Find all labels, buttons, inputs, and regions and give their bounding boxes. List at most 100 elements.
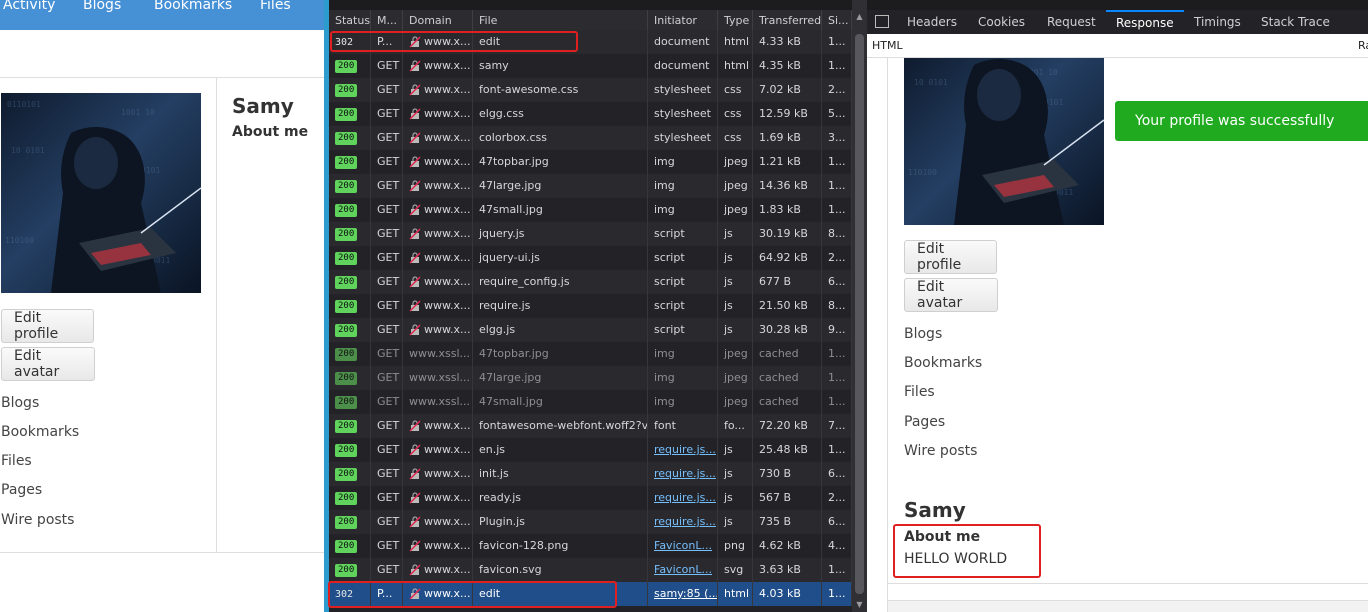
column-header-initiator[interactable]: Initiator	[648, 10, 718, 32]
column-header-method[interactable]: M...	[371, 10, 403, 32]
cell-size: 6...	[822, 270, 852, 294]
table-row[interactable]: 200 GET www.xssl... 47topbar.jpg img jpeg cach…	[329, 342, 852, 366]
table-row[interactable]: 200 GET www.x... 47small.jpg img jpeg 1.83 kB 1…	[329, 198, 852, 222]
cell-file: favicon.svg	[473, 558, 648, 582]
cell-initiator: stylesheet	[648, 78, 718, 102]
cell-size: 1...	[822, 150, 852, 174]
nav-item-bookmarks[interactable]: Bookmarks	[154, 0, 232, 13]
cell-method: GET	[371, 366, 403, 390]
table-row[interactable]: 200 GET www.x... en.js require.js... js 25.48 …	[329, 438, 852, 462]
table-row[interactable]: 302 P... www.x... edit document html 4.33 kB 1.…	[329, 30, 852, 54]
scroll-down-icon[interactable]: ▼	[855, 600, 864, 610]
sidebar-link-blogs[interactable]: Blogs	[1, 395, 39, 411]
scroll-up-icon[interactable]: ▲	[855, 12, 864, 22]
edit-profile-button[interactable]: Edit profile	[1, 309, 94, 343]
initiator-link[interactable]: require.js...	[654, 443, 716, 456]
tab-response[interactable]: Response	[1106, 10, 1184, 34]
table-row[interactable]: 200 GET www.x... 47topbar.jpg img jpeg 1.21 kB…	[329, 150, 852, 174]
cell-type: js	[718, 438, 753, 462]
success-message: Your profile was successfully saved.	[1115, 101, 1368, 169]
sidebar-link-blogs: Blogs	[904, 326, 943, 342]
cell-size: 4...	[822, 534, 852, 558]
cell-type: html	[718, 582, 753, 606]
cell-transferred: 12.59 kB	[753, 102, 822, 126]
nav-item-files[interactable]: Files	[260, 0, 291, 13]
cell-size: 1...	[822, 342, 852, 366]
scrollbar-thumb[interactable]	[855, 34, 864, 594]
cell-transferred: 735 B	[753, 510, 822, 534]
cell-initiator: img	[648, 198, 718, 222]
network-scrollbar[interactable]: ▲ ▼	[852, 0, 867, 612]
initiator-link[interactable]: samy:85 (...	[654, 587, 717, 600]
column-header-file[interactable]: File	[473, 10, 648, 32]
table-row[interactable]: 200 GET www.x... 47large.jpg img jpeg 14.36 kB…	[329, 174, 852, 198]
column-header-status[interactable]: Status	[329, 10, 371, 32]
cell-initiator: require.js...	[648, 438, 718, 462]
table-row[interactable]: 200 GET www.x... fontawesome-webfont.woff2?…	[329, 414, 852, 438]
cell-size: 1...	[822, 198, 852, 222]
initiator-link[interactable]: FaviconL...	[654, 539, 712, 552]
edit-avatar-button: Edit avatar	[904, 278, 998, 312]
avatar[interactable]: 0110101 1001 10 10 0101 0101 110100 0011	[1, 93, 201, 293]
cell-size: 1...	[822, 366, 852, 390]
sidebar-link-wire-posts[interactable]: Wire posts	[1, 512, 74, 528]
raw-toggle-label[interactable]: Ra	[1358, 39, 1368, 52]
sidebar-link-pages[interactable]: Pages	[1, 482, 42, 498]
cell-type: jpeg	[718, 198, 753, 222]
cell-type: jpeg	[718, 366, 753, 390]
cell-domain: www.x...	[403, 222, 473, 246]
tab-request[interactable]: Request	[1047, 10, 1096, 34]
table-row[interactable]: 200 GET www.xssl... 47small.jpg img jpeg cache…	[329, 390, 852, 414]
nav-item-activity[interactable]: Activity	[3, 0, 55, 13]
table-row[interactable]: 200 GET www.x... colorbox.css stylesheet css 1…	[329, 126, 852, 150]
domain-text: www.xssl...	[409, 395, 470, 408]
cell-size: 7...	[822, 414, 852, 438]
table-row[interactable]: 200 GET www.x... samy document html 4.35 kB 1..…	[329, 54, 852, 78]
table-row[interactable]: 200 GET www.x... favicon.svg FaviconL... svg 3…	[329, 558, 852, 582]
insecure-lock-icon	[409, 60, 421, 72]
cell-type: js	[718, 294, 753, 318]
column-header-type[interactable]: Type	[718, 10, 753, 32]
sidebar-link-files[interactable]: Files	[1, 453, 32, 469]
tab-stack-trace[interactable]: Stack Trace	[1261, 10, 1330, 34]
column-header-size[interactable]: Si...	[822, 10, 852, 32]
cell-transferred: 7.02 kB	[753, 78, 822, 102]
table-row[interactable]: 302 P... www.x... edit samy:85 (... html 4.03 …	[329, 582, 852, 606]
table-row[interactable]: 200 GET www.x... ready.js require.js... js 567…	[329, 486, 852, 510]
edit-avatar-button[interactable]: Edit avatar	[1, 347, 95, 381]
column-header-transferred[interactable]: Transferred	[753, 10, 822, 32]
status-badge: 200	[335, 419, 358, 433]
table-row[interactable]: 200 GET www.x... require.js script js 21.50 kB…	[329, 294, 852, 318]
table-row[interactable]: 200 GET www.x... elgg.js script js 30.28 kB 9..…	[329, 318, 852, 342]
table-row[interactable]: 200 GET www.x... elgg.css stylesheet css 12.59…	[329, 102, 852, 126]
cell-domain: www.x...	[403, 414, 473, 438]
cell-transferred: 30.28 kB	[753, 318, 822, 342]
table-row[interactable]: 200 GET www.xssl... 47large.jpg img jpeg cache…	[329, 366, 852, 390]
cell-status: 200	[329, 246, 371, 270]
initiator-link[interactable]: require.js...	[654, 515, 716, 528]
cell-file: jquery-ui.js	[473, 246, 648, 270]
tab-cookies[interactable]: Cookies	[978, 10, 1025, 34]
table-row[interactable]: 200 GET www.x... jquery.js script js 30.19 kB 8…	[329, 222, 852, 246]
cell-status: 200	[329, 150, 371, 174]
cell-method: GET	[371, 462, 403, 486]
initiator-link[interactable]: require.js...	[654, 467, 716, 480]
tab-headers[interactable]: Headers	[907, 10, 957, 34]
toggle-sidebar-icon[interactable]	[875, 15, 889, 28]
page-footer	[888, 600, 1368, 612]
table-row[interactable]: 200 GET www.x... font-awesome.css stylesheet…	[329, 78, 852, 102]
nav-item-blogs[interactable]: Blogs	[83, 0, 121, 13]
initiator-link[interactable]: require.js...	[654, 491, 716, 504]
table-row[interactable]: 200 GET www.x... init.js require.js... js 730 …	[329, 462, 852, 486]
table-row[interactable]: 200 GET www.x... jquery-ui.js script js 64.92 …	[329, 246, 852, 270]
cell-initiator: font	[648, 414, 718, 438]
table-row[interactable]: 200 GET www.x... favicon-128.png FaviconL...…	[329, 534, 852, 558]
status-badge: 200	[335, 83, 358, 97]
sidebar-link-bookmarks[interactable]: Bookmarks	[1, 424, 79, 440]
initiator-link[interactable]: FaviconL...	[654, 563, 712, 576]
column-header-domain[interactable]: Domain	[403, 10, 473, 32]
response-panel: Headers Cookies Request Response Timings…	[867, 0, 1368, 612]
table-row[interactable]: 200 GET www.x... require_config.js script js 6…	[329, 270, 852, 294]
table-row[interactable]: 200 GET www.x... Plugin.js require.js... js 73…	[329, 510, 852, 534]
tab-timings[interactable]: Timings	[1194, 10, 1241, 34]
